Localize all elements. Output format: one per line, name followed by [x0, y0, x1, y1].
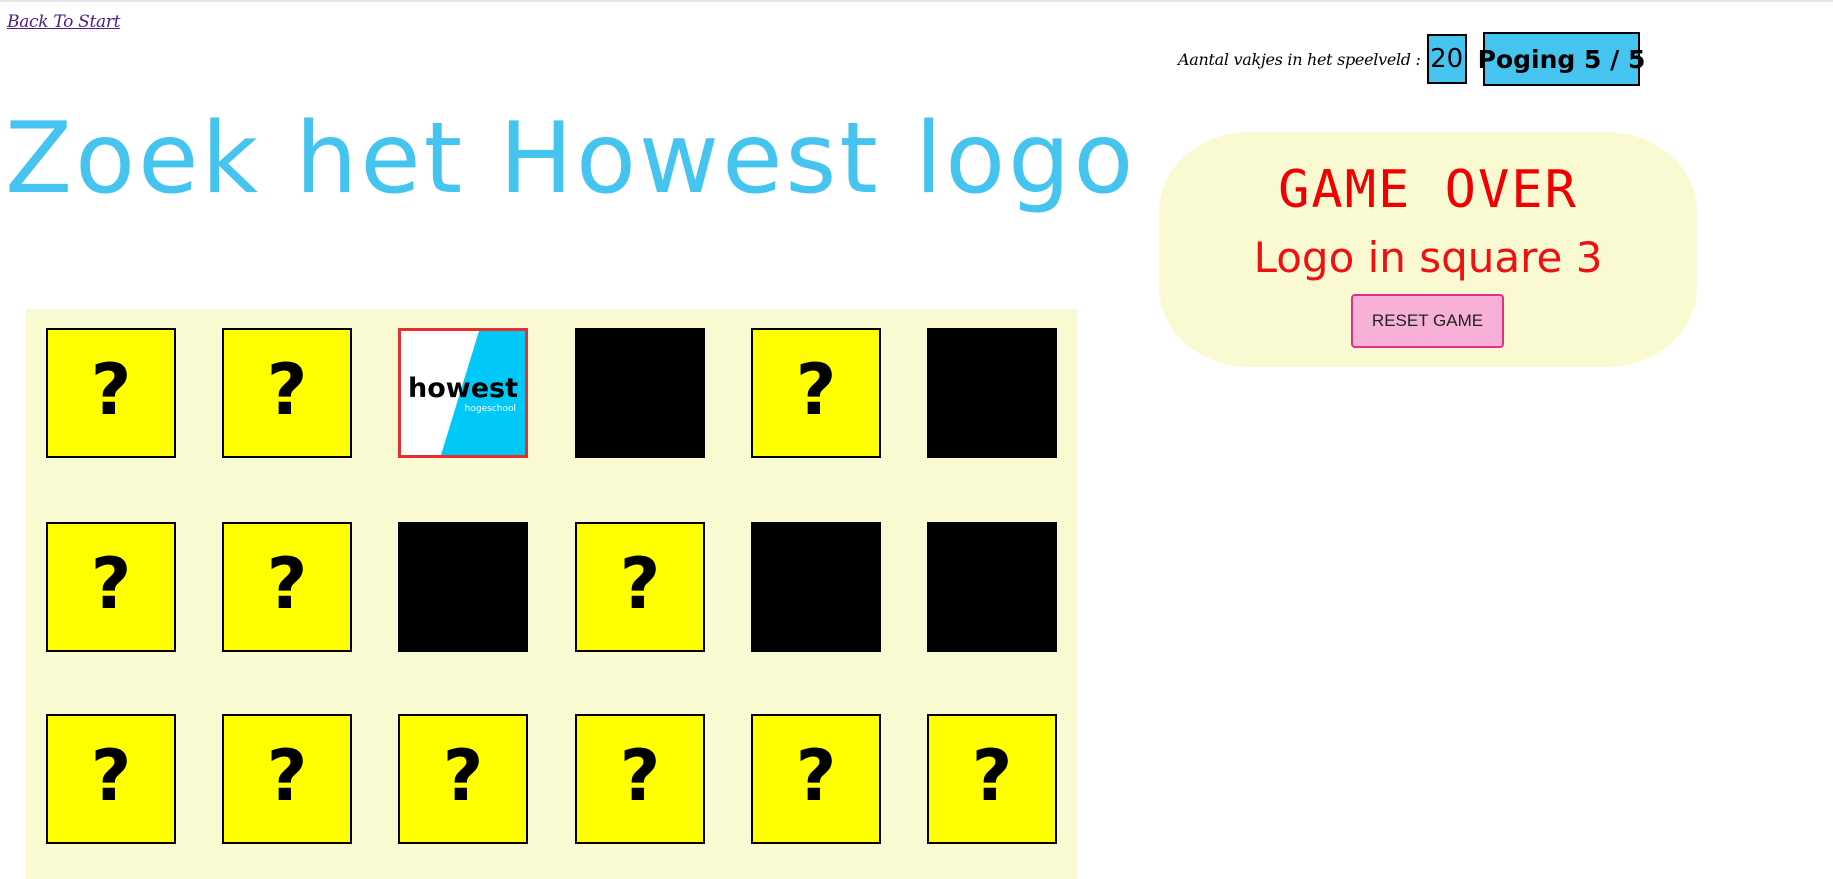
board-cell-4[interactable]: [575, 328, 705, 458]
board-cell-1[interactable]: ?: [46, 328, 176, 458]
question-mark-icon: ?: [619, 735, 661, 817]
board-cell-14[interactable]: ?: [222, 714, 352, 844]
top-border: [0, 0, 1833, 2]
question-mark-icon: ?: [795, 735, 837, 817]
board-cell-2[interactable]: ?: [222, 328, 352, 458]
field-count: Aantal vakjes in het speelveld : 20: [1178, 32, 1467, 86]
game-over-panel: GAME OVER Logo in square 3 RESET GAME: [1159, 132, 1697, 367]
board-cell-13[interactable]: ?: [46, 714, 176, 844]
question-mark-icon: ?: [971, 735, 1013, 817]
question-mark-icon: ?: [795, 349, 837, 431]
board-cell-11[interactable]: [751, 522, 881, 652]
question-mark-icon: ?: [90, 543, 132, 625]
logo-word: howest: [408, 373, 518, 404]
game-over-message: Logo in square 3: [1253, 233, 1603, 282]
question-mark-icon: ?: [442, 735, 484, 817]
question-mark-icon: ?: [619, 543, 661, 625]
page-title: Zoek het Howest logo: [5, 102, 1137, 216]
question-mark-icon: ?: [266, 349, 308, 431]
board-cell-18[interactable]: ?: [927, 714, 1057, 844]
question-mark-icon: ?: [90, 349, 132, 431]
board-cell-12[interactable]: [927, 522, 1057, 652]
game-board: ?? howest hogeschool??????????: [26, 309, 1077, 879]
reset-game-button[interactable]: RESET GAME: [1351, 294, 1504, 348]
field-count-label: Aantal vakjes in het speelveld :: [1178, 49, 1421, 69]
question-mark-icon: ?: [90, 735, 132, 817]
board-cell-16[interactable]: ?: [575, 714, 705, 844]
board-cell-5[interactable]: ?: [751, 328, 881, 458]
board-cell-17[interactable]: ?: [751, 714, 881, 844]
board-cell-10[interactable]: ?: [575, 522, 705, 652]
board-cell-15[interactable]: ?: [398, 714, 528, 844]
attempt-counter: Poging 5 / 5: [1478, 32, 1645, 86]
board-cell-8[interactable]: ?: [222, 522, 352, 652]
logo-subtitle: hogeschool: [465, 404, 516, 414]
board-cell-3[interactable]: howest hogeschool: [398, 328, 528, 458]
board-cell-6[interactable]: [927, 328, 1057, 458]
howest-logo-icon: howesthogeschool: [408, 331, 525, 455]
back-to-start-link[interactable]: Back To Start: [7, 12, 120, 32]
board-cell-9[interactable]: [398, 522, 528, 652]
field-count-value: 20: [1426, 34, 1467, 84]
board-cell-7[interactable]: ?: [46, 522, 176, 652]
question-mark-icon: ?: [266, 735, 308, 817]
game-over-title: GAME OVER: [1278, 160, 1578, 220]
question-mark-icon: ?: [266, 543, 308, 625]
